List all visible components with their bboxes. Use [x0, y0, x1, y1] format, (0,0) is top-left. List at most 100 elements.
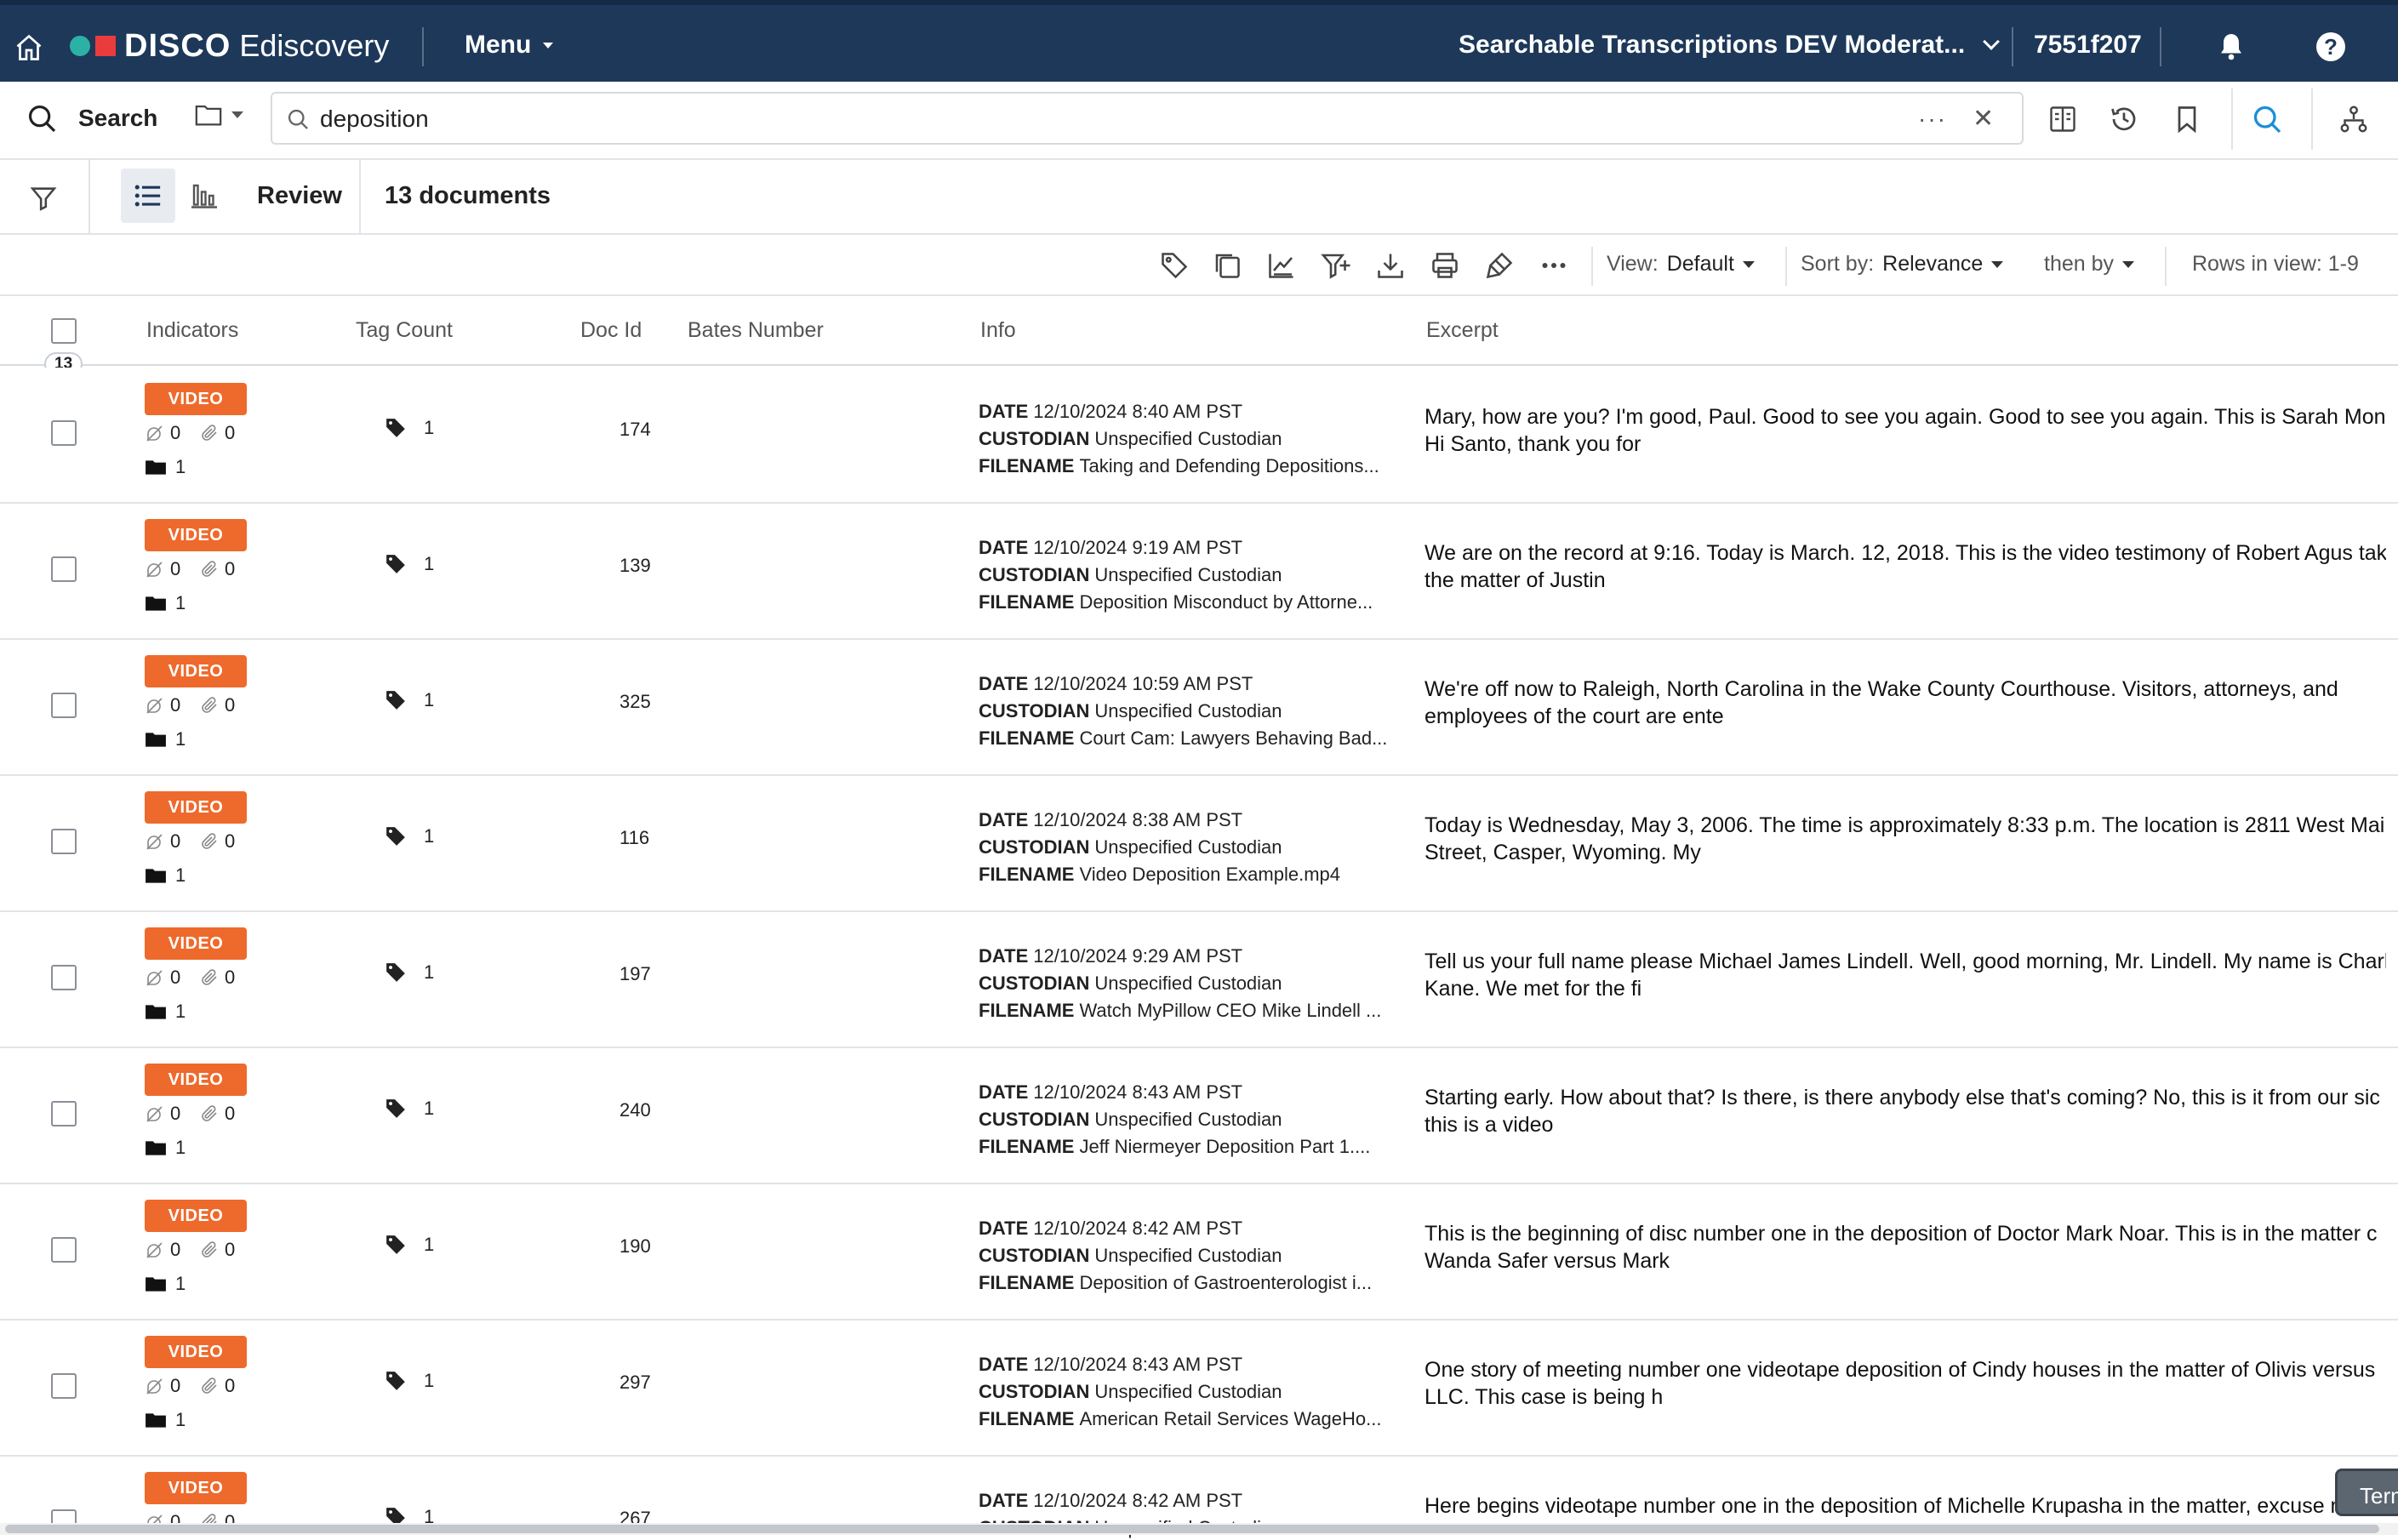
table-row[interactable]: VIDEO 0 0 1 1 190 DATE 12/10/2024 8:42 AM… — [0, 1184, 2398, 1320]
hierarchy-icon[interactable] — [2338, 104, 2369, 134]
row-checkbox[interactable] — [51, 965, 77, 990]
tag-count-cell[interactable]: 1 — [385, 1370, 434, 1392]
attachments-indicator[interactable]: 0 — [199, 558, 235, 580]
date-key: DATE — [979, 1354, 1029, 1375]
info-date-line: DATE 12/10/2024 8:43 AM PST — [979, 1079, 1396, 1106]
folders-indicator[interactable]: 1 — [145, 1409, 186, 1431]
row-checkbox[interactable] — [51, 556, 77, 582]
attachments-indicator[interactable]: 0 — [199, 1239, 235, 1261]
column-header-tag-count[interactable]: Tag Count — [356, 318, 453, 343]
print-icon[interactable] — [1430, 250, 1460, 281]
folders-indicator[interactable]: 1 — [145, 456, 186, 478]
table-row[interactable]: VIDEO 0 0 1 1 325 DATE 12/10/2024 10:59 A… — [0, 640, 2398, 776]
download-icon[interactable] — [1375, 250, 1406, 281]
table-row[interactable]: VIDEO 0 0 1 1 116 DATE 12/10/2024 8:38 AM… — [0, 776, 2398, 912]
sort-selector[interactable]: Sort by: Relevance — [1801, 252, 2004, 277]
row-checkbox[interactable] — [51, 829, 77, 854]
tag-count-cell[interactable]: 1 — [385, 553, 434, 575]
then-by-selector[interactable]: then by — [2044, 252, 2135, 277]
search-tab[interactable]: Search — [26, 102, 157, 134]
row-checkbox[interactable] — [51, 1373, 77, 1399]
history-icon[interactable] — [2109, 104, 2139, 134]
terminal-tab[interactable]: Term — [2335, 1469, 2398, 1516]
attachments-indicator[interactable]: 0 — [199, 830, 235, 853]
notes-indicator[interactable]: 0 — [145, 422, 180, 444]
table-row[interactable]: VIDEO 0 0 1 1 197 DATE 12/10/2024 9:29 AM… — [0, 912, 2398, 1048]
notes-indicator[interactable]: 0 — [145, 1375, 180, 1397]
filter-icon[interactable] — [29, 184, 58, 213]
bookmark-icon[interactable] — [2172, 104, 2202, 134]
attachments-indicator[interactable]: 0 — [199, 422, 235, 444]
column-header-doc-id[interactable]: Doc Id — [580, 318, 642, 343]
tag-icon[interactable] — [1159, 250, 1190, 281]
notes-indicator[interactable]: 0 — [145, 830, 180, 853]
search-input[interactable] — [320, 102, 1903, 136]
list-view-button[interactable] — [121, 168, 175, 223]
attachments-indicator[interactable]: 0 — [199, 967, 235, 989]
select-all-checkbox[interactable] — [51, 318, 77, 344]
folders-indicator[interactable]: 1 — [145, 1273, 186, 1295]
home-icon[interactable] — [14, 32, 44, 63]
notes-indicator[interactable]: 0 — [145, 694, 180, 716]
main-menu-button[interactable]: Menu — [465, 31, 554, 60]
table-row[interactable]: VIDEO 0 0 1 1 297 DATE 12/10/2024 8:43 AM… — [0, 1320, 2398, 1457]
attachments-indicator[interactable]: 0 — [199, 1103, 235, 1125]
folders-indicator[interactable]: 1 — [145, 864, 186, 887]
column-header-bates-number[interactable]: Bates Number — [688, 318, 824, 343]
note-icon — [146, 698, 163, 714]
tag-count-cell[interactable]: 1 — [385, 961, 434, 984]
redact-icon[interactable] — [1484, 250, 1515, 281]
excerpt-line-1: Starting early. How about that? Is there… — [1425, 1086, 2380, 1109]
tag-count-cell[interactable]: 1 — [385, 1234, 434, 1256]
column-header-info[interactable]: Info — [980, 318, 1016, 343]
project-selector[interactable]: Searchable Transcriptions DEV Moderat... — [1459, 31, 2001, 60]
sort-value: Relevance — [1882, 252, 1984, 276]
folder-dropdown-button[interactable] — [194, 102, 243, 128]
table-row[interactable]: VIDEO 0 0 1 1 240 DATE 12/10/2024 8:43 AM… — [0, 1048, 2398, 1184]
document-outline-icon[interactable] — [2047, 104, 2078, 134]
folders-indicator[interactable]: 1 — [145, 1001, 186, 1023]
view-selector[interactable]: View: Default — [1607, 252, 1755, 277]
date-key: DATE — [979, 945, 1029, 967]
more-icon[interactable] — [1539, 250, 1569, 281]
folders-indicator[interactable]: 1 — [145, 1137, 186, 1159]
copy-icon[interactable] — [1212, 250, 1242, 281]
filter-add-icon[interactable] — [1321, 250, 1351, 281]
row-checkbox[interactable] — [51, 1101, 77, 1126]
attachments-indicator[interactable]: 0 — [199, 1375, 235, 1397]
notes-indicator[interactable]: 0 — [145, 558, 180, 580]
scrollbar-thumb[interactable] — [5, 1525, 2379, 1533]
attachments-indicator[interactable]: 0 — [199, 694, 235, 716]
attachments-count: 0 — [225, 694, 236, 716]
clear-search-icon[interactable]: ✕ — [1973, 104, 1994, 134]
horizontal-scrollbar[interactable] — [0, 1523, 2398, 1535]
tag-count-cell[interactable]: 1 — [385, 689, 434, 711]
search-row: Search ··· ✕ — [0, 82, 2398, 160]
column-header-excerpt[interactable]: Excerpt — [1426, 318, 1499, 343]
excerpt-cell: Tell us your full name please Michael Ja… — [1425, 948, 2386, 1002]
row-checkbox[interactable] — [51, 420, 77, 446]
row-checkbox[interactable] — [51, 693, 77, 718]
tag-count-cell[interactable]: 1 — [385, 417, 434, 439]
chart-view-icon[interactable] — [189, 180, 220, 211]
help-icon[interactable]: ? — [2316, 32, 2345, 61]
user-id[interactable]: 7551f207 — [2034, 31, 2142, 60]
folders-indicator[interactable]: 1 — [145, 728, 186, 750]
notes-indicator[interactable]: 0 — [145, 967, 180, 989]
table-row[interactable]: VIDEO 0 0 1 1 139 DATE 12/10/2024 9:19 AM… — [0, 504, 2398, 640]
notes-indicator[interactable]: 0 — [145, 1103, 180, 1125]
row-checkbox[interactable] — [51, 1237, 77, 1263]
notes-count: 0 — [170, 967, 181, 988]
bell-icon[interactable] — [2216, 31, 2247, 63]
search-submit-icon[interactable] — [2252, 104, 2282, 134]
review-label: Review — [257, 182, 342, 209]
column-header-indicators[interactable]: Indicators — [146, 318, 238, 343]
disco-logo[interactable]: DISCO Ediscovery — [70, 28, 389, 64]
table-row[interactable]: VIDEO 0 0 1 1 174 DATE 12/10/2024 8:40 AM… — [0, 368, 2398, 504]
notes-indicator[interactable]: 0 — [145, 1239, 180, 1261]
more-options-icon[interactable]: ··· — [1918, 106, 1947, 133]
folders-indicator[interactable]: 1 — [145, 592, 186, 614]
analytics-icon[interactable] — [1266, 250, 1297, 281]
tag-count-cell[interactable]: 1 — [385, 825, 434, 847]
tag-count-cell[interactable]: 1 — [385, 1098, 434, 1120]
